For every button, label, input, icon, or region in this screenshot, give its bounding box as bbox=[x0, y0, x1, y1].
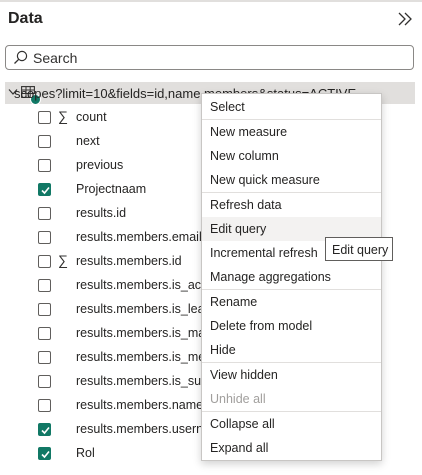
field-name: next bbox=[76, 134, 100, 148]
sigma-icon: ∑ bbox=[58, 108, 68, 124]
checkmark-icon bbox=[41, 426, 50, 435]
search-placeholder: Search bbox=[33, 50, 78, 66]
checkbox[interactable] bbox=[38, 375, 51, 388]
field-name: results.members.is_mem bbox=[76, 350, 216, 364]
field-name: previous bbox=[76, 158, 124, 172]
checkbox[interactable] bbox=[38, 159, 51, 172]
checkbox[interactable] bbox=[38, 279, 51, 292]
field-name: results.members.is_man bbox=[76, 326, 213, 340]
menu-item-label: New quick measure bbox=[210, 173, 320, 187]
menu-item-manage-aggregations[interactable]: Manage aggregations bbox=[202, 265, 381, 289]
field-name: results.members.id bbox=[76, 254, 182, 268]
checkbox-checked[interactable] bbox=[38, 447, 51, 460]
menu-item-label: Manage aggregations bbox=[210, 270, 331, 284]
sigma-icon: ∑ bbox=[58, 252, 68, 268]
field-name: count bbox=[76, 110, 107, 124]
field-name: Rol bbox=[76, 446, 95, 460]
checkbox[interactable] bbox=[38, 207, 51, 220]
menu-item-label: Unhide all bbox=[210, 392, 266, 406]
field-name: results.id bbox=[76, 206, 127, 220]
checkbox[interactable] bbox=[38, 303, 51, 316]
menu-item-select[interactable]: Select bbox=[202, 95, 381, 119]
checkbox[interactable] bbox=[38, 327, 51, 340]
menu-item-label: Hide bbox=[210, 343, 236, 357]
menu-item-label: Select bbox=[210, 100, 245, 114]
menu-item-label: Expand all bbox=[210, 441, 269, 455]
field-name: Projectnaam bbox=[76, 182, 147, 196]
checkbox[interactable] bbox=[38, 255, 51, 268]
checkbox[interactable] bbox=[38, 399, 51, 412]
checkmark-icon bbox=[41, 450, 50, 459]
menu-item-label: New column bbox=[210, 149, 279, 163]
menu-item-label: View hidden bbox=[210, 368, 278, 382]
menu-item-refresh-data[interactable]: Refresh data bbox=[202, 193, 381, 217]
checkbox[interactable] bbox=[38, 351, 51, 364]
menu-item-delete-from-model[interactable]: Delete from model bbox=[202, 314, 381, 338]
menu-item-new-measure[interactable]: New measure bbox=[202, 120, 381, 144]
checkbox[interactable] bbox=[38, 135, 51, 148]
menu-item-hide[interactable]: Hide bbox=[202, 338, 381, 362]
field-name: results.members.is_supe bbox=[76, 374, 215, 388]
menu-item-label: Collapse all bbox=[210, 417, 275, 431]
double-chevron-right-icon[interactable] bbox=[394, 9, 416, 29]
search-icon bbox=[14, 50, 28, 64]
checkbox-checked[interactable] bbox=[38, 183, 51, 196]
menu-item-label: New measure bbox=[210, 125, 288, 139]
menu-item-label: Incremental refresh bbox=[210, 246, 318, 260]
field-name: results.members.email bbox=[76, 230, 202, 244]
context-menu: Select New measure New column New quick mea… bbox=[201, 93, 382, 461]
field-name: results.members.is_lead bbox=[76, 302, 212, 316]
menu-item-collapse-all[interactable]: Collapse all bbox=[202, 412, 381, 436]
field-name: results.members.name bbox=[76, 398, 204, 412]
pane-top-divider bbox=[0, 0, 422, 2]
checkbox-checked[interactable] bbox=[38, 423, 51, 436]
menu-item-label: Rename bbox=[210, 295, 258, 309]
menu-item-new-column[interactable]: New column bbox=[202, 144, 381, 168]
menu-item-new-quick-measure[interactable]: New quick measure bbox=[202, 168, 381, 192]
tooltip: Edit query bbox=[325, 237, 393, 261]
menu-item-label: Delete from model bbox=[210, 319, 313, 333]
checkbox[interactable] bbox=[38, 231, 51, 244]
menu-item-expand-all[interactable]: Expand all bbox=[202, 436, 381, 460]
tooltip-text: Edit query bbox=[332, 243, 389, 257]
pane-title: Data bbox=[8, 10, 43, 27]
search-input[interactable]: Search bbox=[5, 45, 414, 70]
menu-item-unhide-all: Unhide all bbox=[202, 387, 381, 411]
menu-item-rename[interactable]: Rename bbox=[202, 290, 381, 314]
field-name: results.members.userna bbox=[76, 422, 211, 436]
menu-item-view-hidden[interactable]: View hidden bbox=[202, 363, 381, 387]
menu-item-label: Edit query bbox=[210, 222, 267, 236]
checkbox[interactable] bbox=[38, 111, 51, 124]
menu-item-label: Refresh data bbox=[210, 198, 282, 212]
checkmark-icon bbox=[41, 186, 50, 195]
field-name: results.members.is_activ bbox=[76, 278, 214, 292]
